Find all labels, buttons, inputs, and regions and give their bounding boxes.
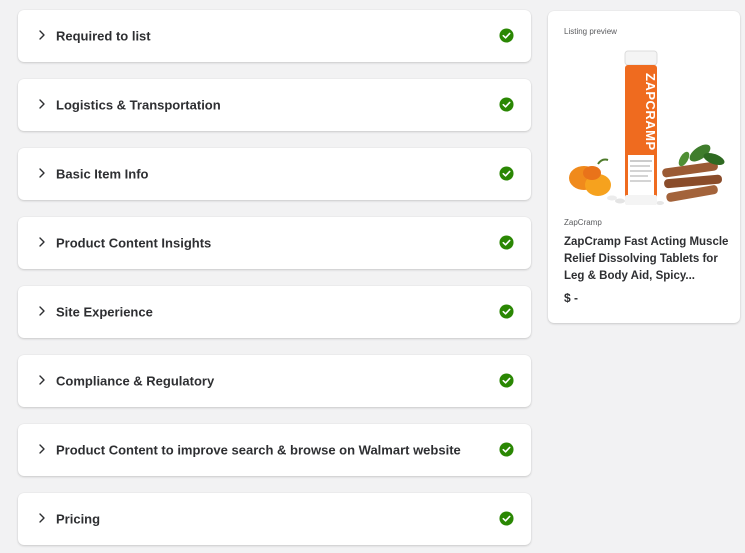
- section-site-experience[interactable]: Site Experience: [18, 286, 531, 338]
- section-label: Basic Item Info: [56, 166, 149, 182]
- chevron-right-icon: [39, 375, 45, 385]
- check-circle-icon: [499, 442, 514, 457]
- product-brand: ZapCramp: [564, 218, 602, 227]
- section-basic-item-info[interactable]: Basic Item Info: [18, 148, 531, 200]
- section-logistics-transportation[interactable]: Logistics & Transportation: [18, 79, 531, 131]
- check-circle-icon: [499, 97, 514, 112]
- section-compliance-regulatory[interactable]: Compliance & Regulatory: [18, 355, 531, 407]
- check-circle-icon: [499, 166, 514, 181]
- product-price: $ -: [564, 291, 579, 305]
- section-label: Pricing: [56, 511, 101, 527]
- check-circle-icon: [499, 373, 514, 388]
- section-product-content-insights[interactable]: Product Content Insights: [18, 217, 531, 269]
- chevron-right-icon: [39, 99, 45, 109]
- product-image: ZAPCRAMP: [569, 50, 725, 205]
- chevron-right-icon: [39, 513, 45, 523]
- product-title[interactable]: ZapCramp Fast Acting Muscle Relief Disso…: [564, 234, 730, 285]
- section-product-content-search-browse[interactable]: Product Content to improve search & brow…: [18, 424, 531, 476]
- section-label: Required to list: [56, 28, 151, 44]
- section-required-to-list[interactable]: Required to list: [18, 10, 531, 62]
- check-circle-icon: [499, 511, 514, 526]
- item-setup-page: Required to list Logistics & Transportat…: [0, 0, 745, 553]
- chevron-right-icon: [39, 237, 45, 247]
- section-label: Compliance & Regulatory: [56, 373, 215, 389]
- chevron-right-icon: [39, 306, 45, 316]
- check-circle-icon: [499, 235, 514, 250]
- section-label: Product Content Insights: [56, 235, 212, 251]
- section-list: Required to list Logistics & Transportat…: [18, 10, 531, 553]
- section-label: Product Content to improve search & brow…: [56, 442, 461, 458]
- chevron-right-icon: [39, 30, 45, 40]
- check-circle-icon: [499, 28, 514, 43]
- section-label: Site Experience: [56, 304, 153, 320]
- listing-preview-card: Listing preview ZAPCRAMP ZapCramp ZapCra…: [548, 11, 740, 323]
- svg-text:ZAPCRAMP: ZAPCRAMP: [643, 73, 658, 151]
- check-circle-icon: [499, 304, 514, 319]
- section-label: Logistics & Transportation: [56, 97, 221, 113]
- chevron-right-icon: [39, 444, 45, 454]
- chevron-right-icon: [39, 168, 45, 178]
- listing-preview-heading: Listing preview: [564, 27, 617, 36]
- section-pricing[interactable]: Pricing: [18, 493, 531, 545]
